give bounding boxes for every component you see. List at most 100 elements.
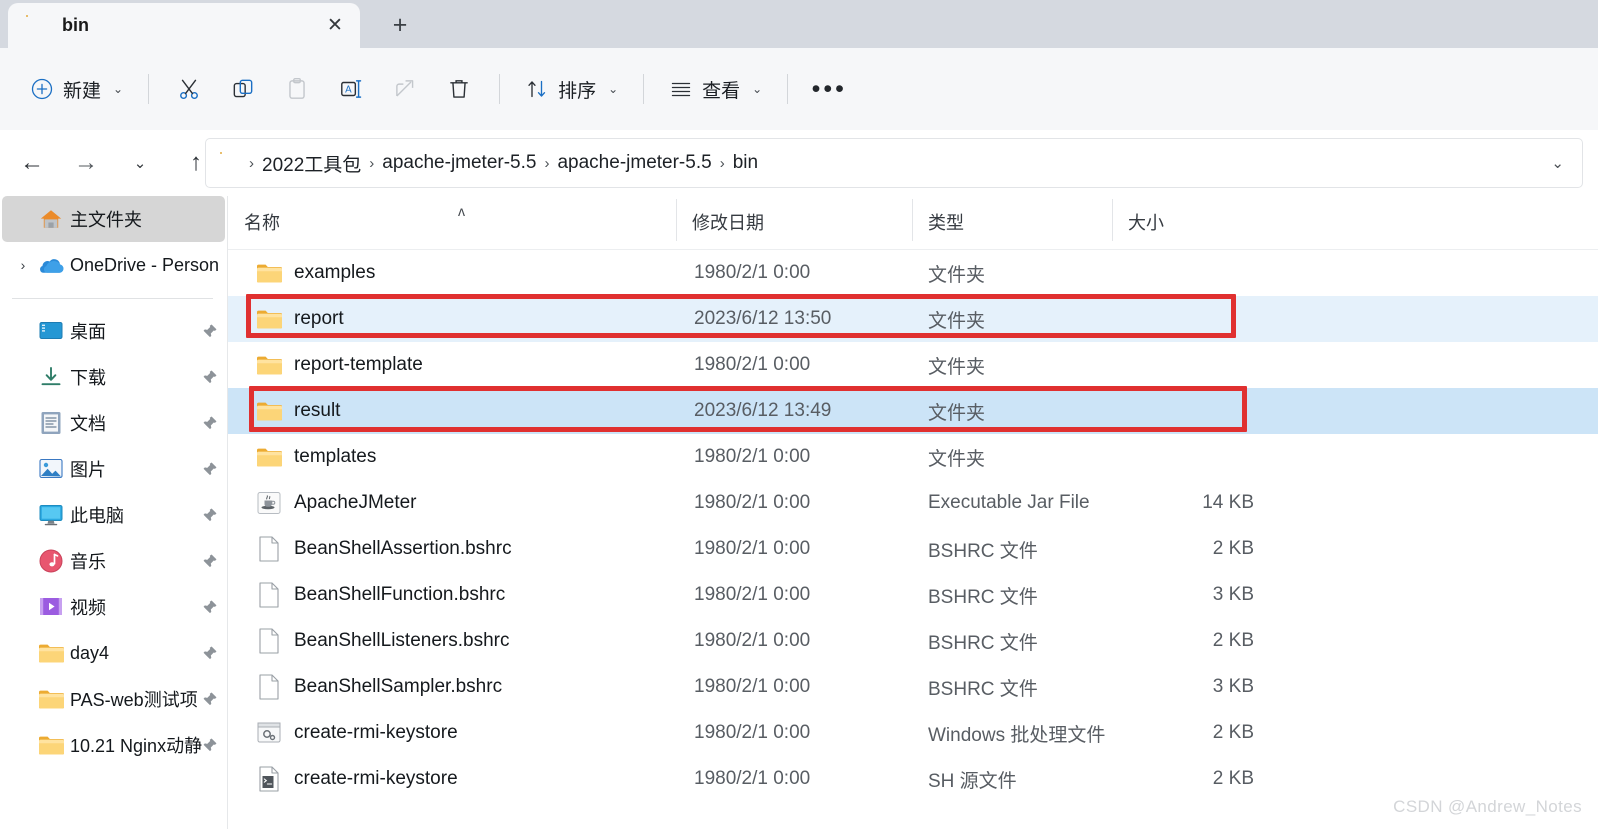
breadcrumb-item-0[interactable]: 2022工具包 [255,146,368,181]
forward-icon[interactable]: → [66,143,106,183]
cell-name: create-rmi-keystore [294,768,458,789]
cell-name: result [294,400,341,421]
trash-icon [450,80,468,98]
pin-icon[interactable] [201,737,217,753]
cut-button[interactable] [162,66,216,112]
cell-date: 1980/2/1 0:00 [694,446,811,467]
breadcrumb-item-3[interactable]: bin [726,148,765,178]
view-button[interactable]: 查看 ⌄ [657,66,774,112]
sidebar-item-9[interactable]: 视频 [2,584,225,630]
table-row[interactable]: BeanShellListeners.bshrc 1980/2/1 0:00 BSH… [228,618,1598,664]
desktop-icon [36,321,66,341]
cell-name: BeanShellFunction.bshrc [294,584,506,605]
pin-icon[interactable] [201,691,217,707]
back-icon[interactable]: ← [12,143,52,183]
breadcrumb-separator: › [719,154,725,172]
breadcrumb-item-1[interactable]: apache-jmeter-5.5 [375,148,543,178]
videos-icon [36,596,66,618]
sidebar-item-7[interactable]: 此电脑 [2,492,225,538]
column-header-type[interactable]: 类型 [912,199,1112,241]
sidebar-item-10[interactable]: day4 [2,630,225,676]
sidebar-item-1[interactable]: › OneDrive - Person [2,242,225,288]
cell-name: examples [294,262,376,283]
cell-date: 2023/6/12 13:50 [694,308,832,329]
pin-icon[interactable] [201,415,217,431]
sidebar-item-label: 文档 [70,414,106,434]
tab-bin[interactable]: bin ✕ [8,3,360,48]
close-icon[interactable]: ✕ [320,11,350,41]
sidebar-item-4[interactable]: 下载 [2,354,225,400]
table-row[interactable]: create-rmi-keystore 1980/2/1 0:00 Windows … [228,710,1598,756]
file-explorer-window: bin ✕ + 新建 ⌄ A 排序 ⌄ 查看 ⌄ ••• ← → ⌄ ↑ › 2… [0,0,1598,829]
table-row[interactable]: result 2023/6/12 13:49 文件夹 [228,388,1598,434]
chevron-right-icon[interactable]: › [10,257,36,273]
file-icon [252,628,286,654]
paste-button[interactable] [270,66,324,112]
table-row[interactable]: report-template 1980/2/1 0:00 文件夹 [228,342,1598,388]
breadcrumb-separator: › [544,154,550,172]
pin-icon[interactable] [201,645,217,661]
sort-button[interactable]: 排序 ⌄ [513,66,630,112]
rename-button[interactable]: A [324,66,378,112]
table-row[interactable]: templates 1980/2/1 0:00 文件夹 [228,434,1598,480]
downloads-icon [36,366,66,388]
cell-size: 3 KB [1212,676,1254,697]
sidebar-item-0[interactable]: 主文件夹 [2,196,225,242]
new-button[interactable]: 新建 ⌄ [18,66,135,112]
table-row[interactable]: create-rmi-keystore 1980/2/1 0:00 SH 源文件 2 … [228,756,1598,802]
new-tab-button[interactable]: + [382,8,418,42]
more-options-button[interactable]: ••• [801,66,857,112]
column-header-name[interactable]: 名称 [228,207,676,237]
sidebar-item-12[interactable]: 10.21 Nginx动静 [2,722,225,768]
sidebar-item-8[interactable]: 音乐 [2,538,225,584]
cell-date: 1980/2/1 0:00 [694,584,811,605]
column-header-date[interactable]: 修改日期 [676,199,912,241]
sidebar-item-11[interactable]: PAS-web测试项 [2,676,225,722]
table-row[interactable]: report 2023/6/12 13:50 文件夹 [228,296,1598,342]
copy-button[interactable] [216,66,270,112]
file-list-pane[interactable]: 名称 修改日期 类型 大小 ʌ examples 1980/2/1 0:00 文件夹… [228,196,1598,829]
cell-size: 2 KB [1212,722,1254,743]
cell-date: 1980/2/1 0:00 [694,262,811,283]
table-row[interactable]: examples 1980/2/1 0:00 文件夹 [228,250,1598,296]
cell-name: BeanShellListeners.bshrc [294,630,510,651]
new-button-label: 新建 [63,80,102,102]
table-row[interactable]: BeanShellAssertion.bshrc 1980/2/1 0:00 BSH… [228,526,1598,572]
breadcrumb-item-2[interactable]: apache-jmeter-5.5 [550,148,718,178]
recent-locations-icon[interactable]: ⌄ [120,143,160,183]
table-row[interactable]: ApacheJMeter 1980/2/1 0:00 Executable Jar … [228,480,1598,526]
sidebar-item-3[interactable]: 桌面 [2,308,225,354]
divider [499,74,501,104]
file-icon [252,536,286,562]
share-button[interactable] [378,66,432,112]
pin-icon[interactable] [201,461,217,477]
chevron-down-icon: ⌄ [752,82,763,96]
divider [643,74,645,104]
breadcrumb[interactable]: › 2022工具包 › apache-jmeter-5.5 › apache-j… [205,138,1583,188]
table-row[interactable]: BeanShellSampler.bshrc 1980/2/1 0:00 BSHRC… [228,664,1598,710]
folder-icon [252,308,286,330]
column-header-size[interactable]: 大小 [1112,199,1248,241]
cell-type: 文件夹 [928,402,986,424]
sidebar-item-label: 视频 [70,598,106,618]
cell-type: BSHRC 文件 [928,678,1038,700]
table-row[interactable]: BeanShellFunction.bshrc 1980/2/1 0:00 BSHR… [228,572,1598,618]
cell-name: BeanShellAssertion.bshrc [294,538,512,559]
chevron-down-icon[interactable]: ⌄ [1551,154,1570,172]
sidebar-item-6[interactable]: 图片 [2,446,225,492]
delete-button[interactable] [432,66,486,112]
sidebar-item-label: 此电脑 [70,506,124,526]
navigation-pane[interactable]: 主文件夹 › OneDrive - Person 桌面 下载文档图片此电脑音乐视频 day… [0,196,228,829]
cell-type: BSHRC 文件 [928,540,1038,562]
cell-name: report-template [294,354,423,375]
cell-date: 1980/2/1 0:00 [694,354,811,375]
pin-icon[interactable] [201,369,217,385]
pin-icon[interactable] [201,323,217,339]
view-button-label: 查看 [702,80,741,102]
pin-icon[interactable] [201,599,217,615]
watermark: CSDN @Andrew_Notes [1393,797,1582,816]
sidebar-item-label: OneDrive - Person [70,254,220,275]
sidebar-item-5[interactable]: 文档 [2,400,225,446]
pin-icon[interactable] [201,507,217,523]
pin-icon[interactable] [201,553,217,569]
